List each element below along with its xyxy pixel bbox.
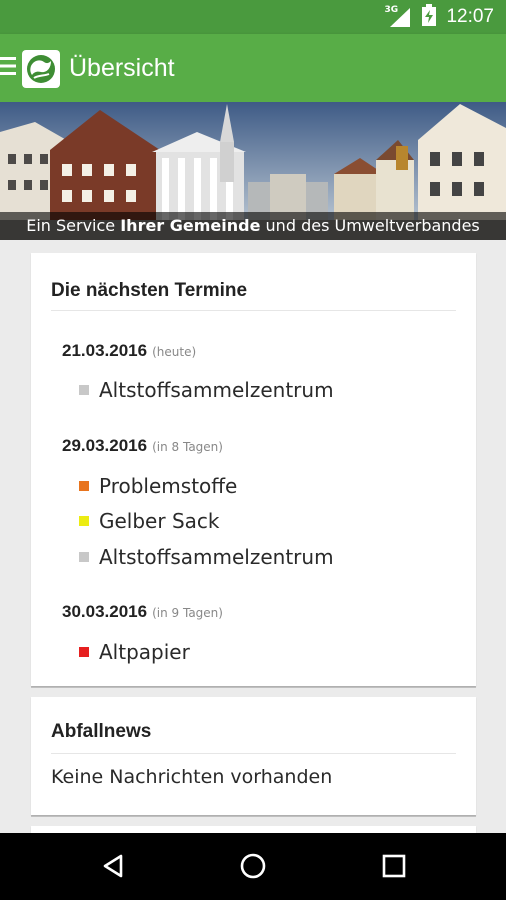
waste-color-marker — [79, 516, 89, 526]
news-divider — [51, 753, 456, 754]
relative-day-label: (in 8 Tagen) — [152, 440, 223, 454]
network-type-label: 3G — [384, 5, 399, 15]
navigation-bar — [0, 833, 506, 900]
banner-caption-prefix: Ein Service — [26, 216, 121, 235]
news-card: Abfallnews Keine Nachrichten vorhanden — [31, 697, 476, 815]
menu-icon[interactable] — [0, 55, 16, 77]
date-group-3: 30.03.2016 (in 9 Tagen) — [62, 602, 223, 622]
relative-day-label: (in 9 Tagen) — [152, 606, 223, 620]
town-banner: Ein Service Ihrer Gemeinde und des Umwel… — [0, 102, 506, 240]
waste-color-marker — [79, 552, 89, 562]
appointment-label: Problemstoffe — [99, 474, 238, 498]
banner-caption-bold: Ihrer Gemeinde — [120, 216, 261, 235]
banner-caption: Ein Service Ihrer Gemeinde und des Umwel… — [0, 212, 506, 240]
date-label: 30.03.2016 — [62, 602, 148, 621]
appointment-label: Altstoffsammelzentrum — [99, 545, 334, 569]
date-group-2: 29.03.2016 (in 8 Tagen) — [62, 436, 223, 456]
home-icon[interactable] — [238, 851, 268, 881]
date-group-1: 21.03.2016 (heute) — [62, 341, 196, 361]
appointments-title: Die nächsten Termine — [51, 280, 248, 301]
app-bar: Übersicht — [0, 34, 506, 102]
date-label: 21.03.2016 — [62, 341, 148, 360]
date-label: 29.03.2016 — [62, 436, 148, 455]
app-logo-icon[interactable] — [22, 50, 60, 88]
status-icons: 3G 12:07 — [384, 0, 494, 34]
page-title: Übersicht — [69, 54, 175, 82]
appointments-card: Die nächsten Termine 21.03.2016 (heute) A… — [31, 253, 476, 686]
appointments-divider — [51, 310, 456, 311]
back-icon[interactable] — [99, 851, 129, 881]
appointment-label: Gelber Sack — [99, 509, 220, 533]
waste-color-marker — [79, 385, 89, 395]
appointment-label: Altstoffsammelzentrum — [99, 378, 334, 402]
waste-color-marker — [79, 647, 89, 657]
banner-caption-suffix: und des Umweltverbandes — [260, 216, 480, 235]
news-title: Abfallnews — [51, 721, 152, 742]
signal-icon: 3G — [384, 5, 412, 27]
waste-color-marker — [79, 481, 89, 491]
clock: 12:07 — [446, 6, 494, 27]
relative-day-label: (heute) — [152, 345, 197, 359]
news-empty-message: Keine Nachrichten vorhanden — [51, 766, 333, 788]
appointment-label: Altpapier — [99, 640, 190, 664]
battery-charging-icon — [422, 4, 437, 30]
status-bar: 3G 12:07 — [0, 0, 506, 34]
recents-icon[interactable] — [379, 851, 409, 881]
